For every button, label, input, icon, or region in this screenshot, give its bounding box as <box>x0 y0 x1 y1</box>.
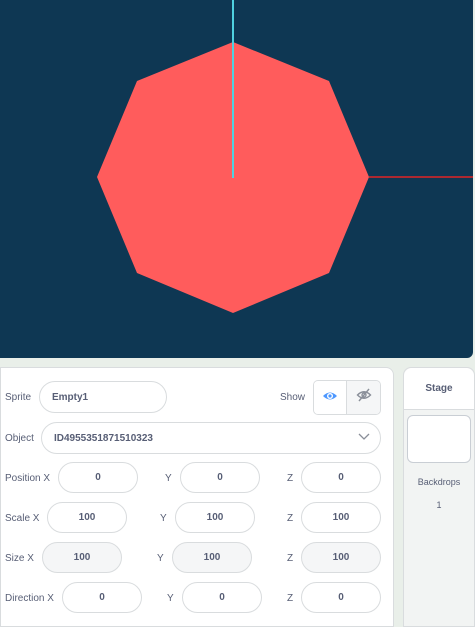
sprite-name-input[interactable]: Empty1 <box>39 381 167 413</box>
scale-y-label: Y <box>160 513 167 524</box>
stage-panel-title: Stage <box>404 368 474 410</box>
backdrops-count: 1 <box>436 500 442 510</box>
position-y-input[interactable]: 0 <box>180 462 260 493</box>
scale-z-input[interactable]: 100 <box>301 502 381 533</box>
scale-x-label: Scale X <box>5 513 40 524</box>
stage-selector-panel: Stage Backdrops 1 <box>403 367 475 627</box>
show-label: Show <box>280 392 306 403</box>
backdrops-label: Backdrops <box>417 477 461 487</box>
position-y-label: Y <box>165 473 172 484</box>
sprite-label: Sprite <box>5 392 32 403</box>
direction-z-label: Z <box>287 593 294 604</box>
show-hidden-button[interactable] <box>347 381 380 414</box>
size-y-label: Y <box>157 553 164 564</box>
size-z-input[interactable]: 100 <box>301 542 381 573</box>
object-label: Object <box>5 433 34 444</box>
object-select[interactable]: ID4955351871510323 <box>41 422 381 454</box>
size-x-label: Size X <box>5 553 34 564</box>
direction-y-label: Y <box>167 593 174 604</box>
size-z-label: Z <box>287 553 294 564</box>
eye-slash-icon <box>356 388 372 407</box>
chevron-down-icon <box>358 432 370 445</box>
object-value: ID4955351871510323 <box>54 432 153 444</box>
direction-z-input[interactable]: 0 <box>301 582 381 613</box>
direction-x-label: Direction X <box>5 593 54 604</box>
stage-drawing <box>97 0 473 313</box>
eye-icon <box>322 389 338 407</box>
show-toggle <box>313 380 381 415</box>
direction-y-input[interactable]: 0 <box>182 582 262 613</box>
position-z-input[interactable]: 0 <box>301 462 381 493</box>
position-x-input[interactable]: 0 <box>58 462 138 493</box>
scale-z-label: Z <box>287 513 294 524</box>
position-z-label: Z <box>287 473 294 484</box>
scale-x-input[interactable]: 100 <box>47 502 127 533</box>
show-visible-button[interactable] <box>314 381 348 414</box>
direction-x-input[interactable]: 0 <box>62 582 142 613</box>
position-x-label: Position X <box>5 473 51 484</box>
stage-thumbnail[interactable] <box>407 415 471 463</box>
scale-y-input[interactable]: 100 <box>175 502 255 533</box>
stage-canvas[interactable] <box>0 0 473 358</box>
size-x-input[interactable]: 100 <box>42 542 122 573</box>
size-y-input[interactable]: 100 <box>172 542 252 573</box>
